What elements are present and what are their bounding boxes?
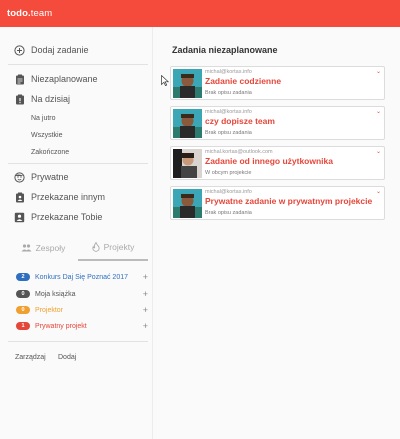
- project-count-badge: 1: [16, 322, 30, 330]
- avatar: [173, 189, 202, 218]
- nav-delegated-to-you-label: Przekazane Tobie: [31, 212, 103, 222]
- chevron-down-icon[interactable]: ⌄: [376, 148, 381, 155]
- task-card[interactable]: michal@kortas.info Zadanie codzienne Bra…: [170, 66, 385, 100]
- page-title: Zadania niezaplanowane: [172, 45, 278, 55]
- nav-all[interactable]: Wszystkie: [31, 132, 63, 139]
- chevron-down-icon[interactable]: ⌄: [376, 188, 381, 195]
- clipboard-alert-icon: [14, 94, 25, 105]
- add-link[interactable]: Dodaj: [58, 354, 76, 361]
- task-description: W obcym projekcie: [205, 170, 252, 176]
- nav-delegated-to-others[interactable]: Przekazane innym: [14, 189, 105, 205]
- sidebar-tabs: Zespoły Projekty: [8, 235, 148, 261]
- clipboard-icon: [14, 74, 25, 85]
- plus-circle-icon: [14, 44, 25, 56]
- task-card[interactable]: michal@kortas.info Prywatne zadanie w pr…: [170, 186, 385, 220]
- account-box-icon: [14, 212, 25, 223]
- avatar: [173, 109, 202, 138]
- project-item[interactable]: 1 Prywatny projekt +: [16, 320, 148, 332]
- app-logo[interactable]: todo.team: [7, 8, 52, 19]
- add-to-project-button[interactable]: +: [143, 321, 148, 331]
- divider: [8, 64, 148, 65]
- tab-projects-label: Projekty: [103, 242, 135, 252]
- logo-accent: team: [30, 8, 53, 19]
- top-bar: todo.team: [0, 0, 400, 27]
- nav-unscheduled-label: Niezaplanowane: [31, 74, 98, 84]
- task-title[interactable]: Prywatne zadanie w prywatnym projekcie: [205, 196, 372, 206]
- project-count-badge: 0: [16, 306, 30, 314]
- task-title[interactable]: czy dopisze team: [205, 116, 275, 126]
- task-title[interactable]: Zadanie od innego użytkownika: [205, 156, 333, 166]
- nav-today-label: Na dzisiaj: [31, 94, 71, 104]
- tab-teams[interactable]: Zespoły: [8, 235, 78, 261]
- tab-teams-label: Zespoły: [35, 243, 66, 253]
- nav-private-label: Prywatne: [31, 172, 69, 182]
- sidebar: [0, 27, 153, 439]
- chevron-down-icon[interactable]: ⌄: [376, 108, 381, 115]
- face-icon: [14, 171, 25, 183]
- project-name: Projektor: [35, 306, 64, 314]
- task-author: michal@kortas.info: [205, 69, 252, 75]
- people-icon: [21, 244, 32, 252]
- project-count-badge: 0: [16, 290, 30, 298]
- add-task-button[interactable]: Dodaj zadanie: [14, 42, 89, 58]
- project-name: Konkurs Daj Się Poznać 2017: [35, 273, 128, 281]
- avatar: [173, 149, 202, 178]
- chevron-down-icon[interactable]: ⌄: [376, 68, 381, 75]
- clipboard-user-icon: [14, 192, 25, 203]
- project-name: Prywatny projekt: [35, 322, 87, 330]
- divider: [8, 341, 148, 342]
- fire-icon: [92, 242, 100, 252]
- task-author: michal@kortas.info: [205, 109, 252, 115]
- tab-projects[interactable]: Projekty: [78, 235, 148, 261]
- nav-unscheduled[interactable]: Niezaplanowane: [14, 71, 98, 87]
- task-title[interactable]: Zadanie codzienne: [205, 76, 281, 86]
- add-to-project-button[interactable]: +: [143, 272, 148, 282]
- task-author: michal.kortas@outlook.com: [205, 149, 273, 155]
- add-to-project-button[interactable]: +: [143, 289, 148, 299]
- add-task-label: Dodaj zadanie: [31, 45, 89, 55]
- nav-private[interactable]: Prywatne: [14, 169, 69, 185]
- task-description: Brak opisu zadania: [205, 130, 252, 136]
- project-item[interactable]: 2 Konkurs Daj Się Poznać 2017 +: [16, 271, 148, 283]
- avatar: [173, 69, 202, 98]
- task-description: Brak opisu zadania: [205, 210, 252, 216]
- manage-link[interactable]: Zarządzaj: [15, 354, 46, 361]
- project-item[interactable]: 0 Moja książka +: [16, 288, 148, 300]
- project-count-badge: 2: [16, 273, 30, 281]
- divider: [8, 163, 148, 164]
- nav-finished[interactable]: Zakończone: [31, 149, 69, 156]
- logo-main: todo.: [7, 8, 31, 19]
- project-name: Moja książka: [35, 290, 76, 298]
- nav-delegated-to-others-label: Przekazane innym: [31, 192, 106, 202]
- add-to-project-button[interactable]: +: [143, 305, 148, 315]
- nav-delegated-to-you[interactable]: Przekazane Tobie: [14, 209, 102, 225]
- project-item[interactable]: 0 Projektor +: [16, 304, 148, 316]
- nav-today[interactable]: Na dzisiaj: [14, 91, 70, 107]
- mouse-cursor-icon: [161, 74, 170, 88]
- task-author: michal@kortas.info: [205, 189, 252, 195]
- task-card[interactable]: michal.kortas@outlook.com Zadanie od inn…: [170, 146, 385, 180]
- task-card[interactable]: michal@kortas.info czy dopisze team Brak…: [170, 106, 385, 140]
- nav-tomorrow[interactable]: Na jutro: [31, 115, 56, 122]
- task-description: Brak opisu zadania: [205, 90, 252, 96]
